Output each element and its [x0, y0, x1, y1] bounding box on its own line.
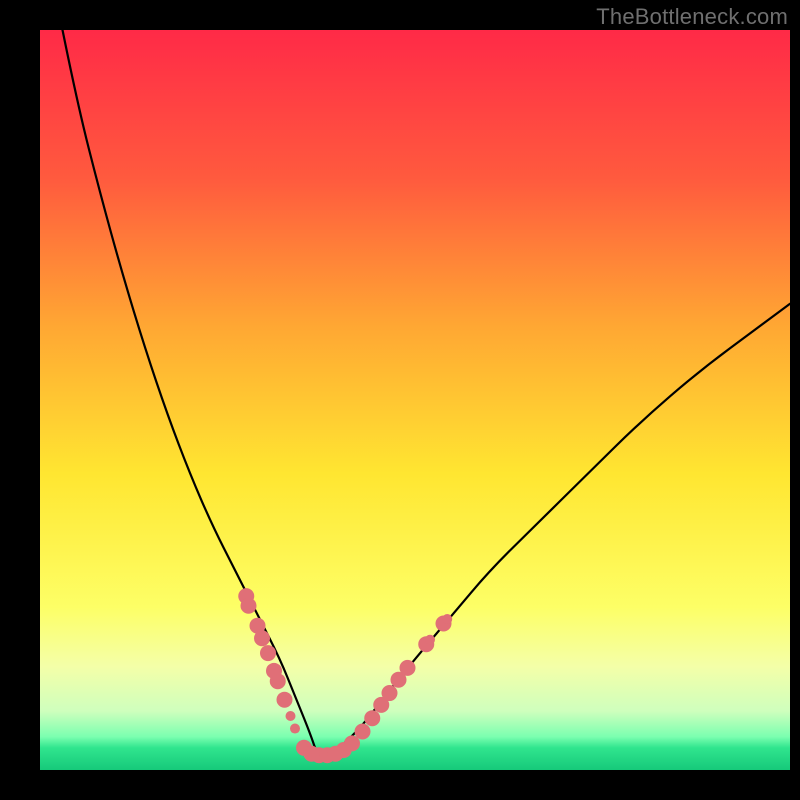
marker-point: [270, 673, 286, 689]
marker-point: [286, 711, 296, 721]
marker-point: [355, 724, 371, 740]
marker-point: [290, 724, 300, 734]
marker-point: [382, 685, 398, 701]
chart-container: TheBottleneck.com: [0, 0, 800, 800]
marker-point: [425, 635, 435, 645]
marker-point: [260, 645, 276, 661]
bottleneck-chart: [0, 0, 800, 800]
marker-point: [442, 614, 452, 624]
marker-point: [241, 598, 257, 614]
watermark-text: TheBottleneck.com: [596, 4, 788, 30]
marker-point: [277, 692, 293, 708]
marker-point: [254, 630, 270, 646]
marker-point: [400, 660, 416, 676]
marker-point: [364, 710, 380, 726]
